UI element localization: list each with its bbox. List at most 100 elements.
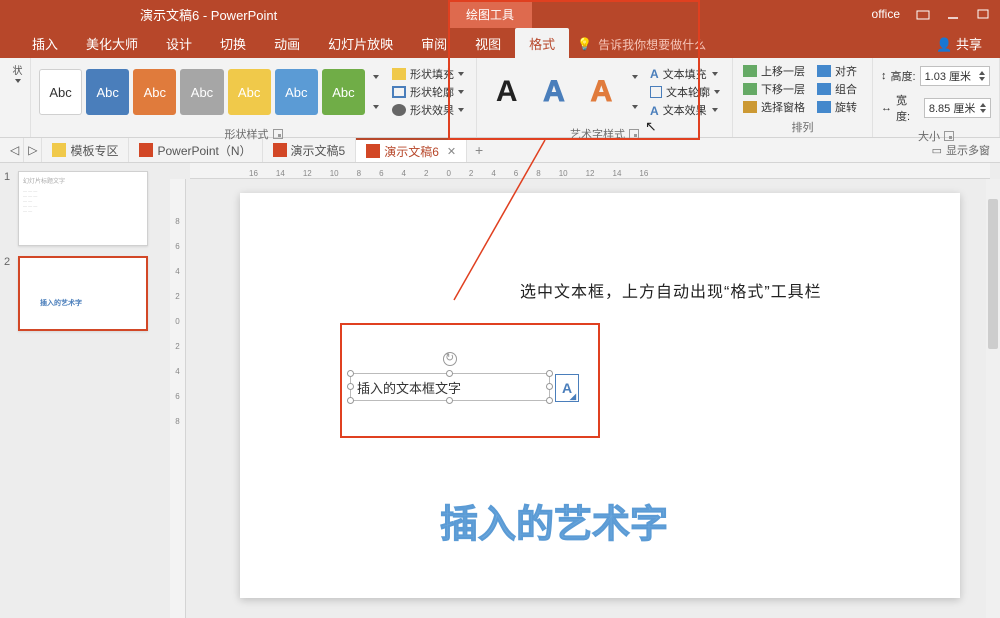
rotate-handle-icon[interactable] <box>443 352 457 366</box>
shape-style-2[interactable]: Abc <box>86 69 129 115</box>
tab-format[interactable]: 格式 <box>515 28 569 58</box>
window-title: 演示文稿6 - PowerPoint <box>140 5 277 24</box>
doc-tab-show-more[interactable]: ▭显示多窗 <box>922 138 1000 162</box>
resize-handle[interactable] <box>347 397 354 404</box>
group-button[interactable]: 组合 <box>817 81 857 97</box>
align-icon <box>817 65 831 77</box>
dialog-launcher-icon[interactable] <box>944 131 954 141</box>
corner-icon: ◢ <box>570 392 576 401</box>
selection-pane-button[interactable]: 选择窗格 <box>743 99 805 115</box>
thumb-1-wrap[interactable]: 1 幻灯片标题文字 — — —— — —— —— — —— — <box>4 171 166 246</box>
textbox-content: 插入的文本框文字 <box>357 378 461 397</box>
thumb-2-wrap[interactable]: 2 插入的艺术字 <box>4 256 166 331</box>
tab-insert[interactable]: 插入 <box>18 28 72 58</box>
powerpoint-icon <box>273 143 287 157</box>
resize-handle[interactable] <box>446 397 453 404</box>
doc-tab-p5[interactable]: 演示文稿5 <box>263 138 357 162</box>
width-input[interactable]: 8.85 厘米 <box>924 98 991 118</box>
wordart-gallery-more[interactable] <box>627 62 642 122</box>
shape-style-gallery-more[interactable] <box>369 62 384 122</box>
tab-slideshow[interactable]: 幻灯片放映 <box>314 28 407 58</box>
tab-transitions[interactable]: 切换 <box>206 28 260 58</box>
text-effects-button[interactable]: A文本效果 <box>650 102 720 118</box>
tell-me-label: 告诉我你想要做什么 <box>598 36 706 53</box>
ribbon-display-icon[interactable] <box>916 7 930 21</box>
shape-style-7[interactable]: Abc <box>322 69 365 115</box>
slide-edit-area: 1614121086420246810121416 864202468 选中文本… <box>170 163 1000 618</box>
slide-canvas[interactable]: 选中文本框，上方自动出现“格式”工具栏 插入的文本框文字 A◢ 插入的艺术字 <box>240 193 960 598</box>
share-label: 共享 <box>956 37 982 52</box>
doc-tab-template[interactable]: 模板专区 <box>42 138 129 162</box>
resize-handle[interactable] <box>546 370 553 377</box>
slide-thumb-2[interactable]: 插入的艺术字 <box>18 256 148 331</box>
contextual-tab-drawing-tools[interactable]: 绘图工具 <box>448 0 532 28</box>
doc-tab-ppt-n[interactable]: PowerPoint（N） <box>129 138 262 162</box>
shape-fill-button[interactable]: 形状填充 <box>392 66 464 82</box>
shape-outline-button[interactable]: 形状轮廓 <box>392 84 464 100</box>
shape-style-3[interactable]: Abc <box>133 69 176 115</box>
height-input[interactable]: 1.03 厘米 <box>920 66 990 86</box>
tell-me-search[interactable]: 💡 告诉我你想要做什么 <box>577 28 706 58</box>
text-outline-button[interactable]: 文本轮廓 <box>650 84 720 100</box>
resize-handle[interactable] <box>347 370 354 377</box>
tab-design[interactable]: 设计 <box>152 28 206 58</box>
account-name[interactable]: office <box>872 7 900 21</box>
chevron-down-icon[interactable] <box>15 79 21 83</box>
height-icon: ↕ <box>881 70 887 82</box>
width-row: ↔ 宽度: 8.85 厘米 <box>881 92 991 124</box>
shape-style-1[interactable]: Abc <box>39 69 82 115</box>
height-row: ↕ 高度: 1.03 厘米 <box>881 66 990 86</box>
fill-icon <box>392 68 406 80</box>
rotate-icon <box>817 101 831 113</box>
chevron-down-icon <box>373 75 379 79</box>
tab-beautify[interactable]: 美化大师 <box>72 28 152 58</box>
window-icon: ▭ <box>932 144 942 157</box>
chevron-down-icon <box>632 75 638 79</box>
workspace: 1 幻灯片标题文字 — — —— — —— —— — —— — 2 插入的艺术字… <box>0 163 1000 618</box>
tab-view[interactable]: 视图 <box>461 28 515 58</box>
align-button[interactable]: 对齐 <box>817 63 857 79</box>
vertical-scrollbar[interactable] <box>986 179 1000 618</box>
doc-tab-add[interactable]: + <box>467 138 491 162</box>
shape-effects-button[interactable]: 形状效果 <box>392 102 464 118</box>
ribbon: 状 Abc Abc Abc Abc Abc Abc Abc 形状填充 形状轮廓 … <box>0 58 1000 138</box>
slide-thumb-1[interactable]: 幻灯片标题文字 — — —— — —— —— — —— — <box>18 171 148 246</box>
chevron-down-icon <box>458 72 464 76</box>
rotate-button[interactable]: 旋转 <box>817 99 857 115</box>
minimize-icon[interactable] <box>946 7 960 21</box>
tab-animations[interactable]: 动画 <box>260 28 314 58</box>
send-backward-button[interactable]: 下移一层 <box>743 81 805 97</box>
resize-handle[interactable] <box>347 383 354 390</box>
resize-handle[interactable] <box>546 397 553 404</box>
ruler-vertical: 864202468 <box>170 179 186 618</box>
spinner-icon[interactable] <box>979 71 985 81</box>
bring-forward-button[interactable]: 上移一层 <box>743 63 805 79</box>
wordart-quick-tag[interactable]: A◢ <box>555 374 579 402</box>
wordart-object[interactable]: 插入的艺术字 <box>440 493 668 548</box>
share-button[interactable]: 👤 共享 <box>918 28 1000 58</box>
doc-tab-nav-next[interactable]: ▷ <box>24 138 42 162</box>
wordart-style-3[interactable]: A <box>580 69 623 115</box>
shape-style-4[interactable]: Abc <box>180 69 223 115</box>
dialog-launcher-icon[interactable] <box>629 129 639 139</box>
shape-style-6[interactable]: Abc <box>275 69 318 115</box>
close-icon[interactable]: ✕ <box>447 145 456 158</box>
shape-style-5[interactable]: Abc <box>228 69 271 115</box>
spinner-icon[interactable] <box>980 103 986 113</box>
selected-textbox[interactable]: 插入的文本框文字 A◢ <box>350 373 550 401</box>
resize-handle[interactable] <box>546 383 553 390</box>
outline-icon <box>392 86 406 98</box>
doc-tab-p6[interactable]: 演示文稿6✕ <box>356 138 467 162</box>
text-fill-button[interactable]: A文本填充 <box>650 66 720 82</box>
dialog-launcher-icon[interactable] <box>273 129 283 139</box>
wordart-style-1[interactable]: A <box>485 69 528 115</box>
wordart-style-2[interactable]: A <box>532 69 575 115</box>
title-bar: 演示文稿6 - PowerPoint 绘图工具 office <box>0 0 1000 28</box>
doc-tab-nav-prev[interactable]: ◁ <box>6 138 24 162</box>
resize-handle[interactable] <box>446 370 453 377</box>
scroll-thumb[interactable] <box>988 199 998 349</box>
tab-review[interactable]: 审阅 <box>407 28 461 58</box>
maximize-icon[interactable] <box>976 7 990 21</box>
group-wordart-styles: A A A A文本填充 文本轮廓 A文本效果 艺术字样式 <box>477 58 733 137</box>
group-size: ↕ 高度: 1.03 厘米 ↔ 宽度: 8.85 厘米 大小 <box>873 58 1000 137</box>
